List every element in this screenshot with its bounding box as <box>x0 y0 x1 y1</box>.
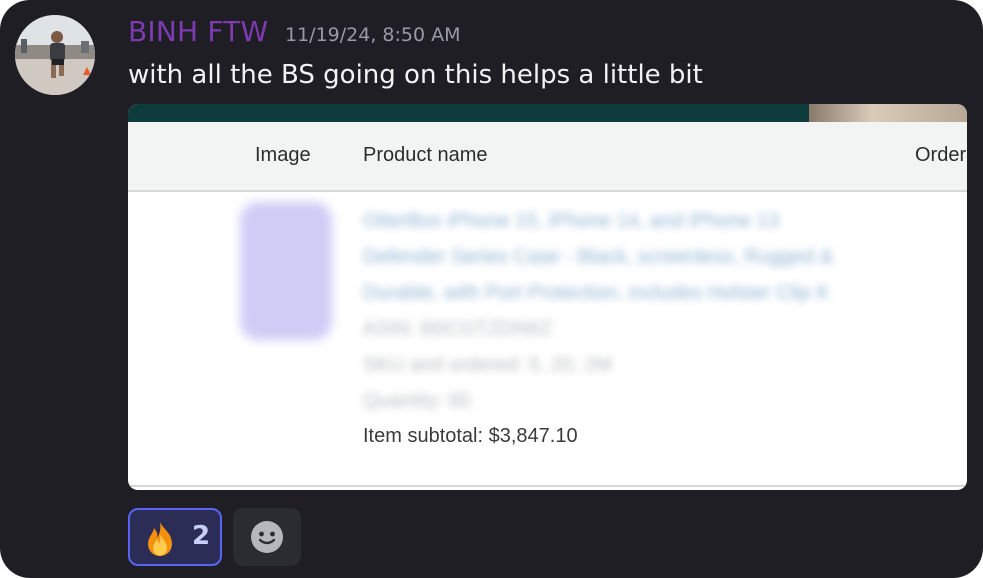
username[interactable]: BINH FTW <box>128 15 268 48</box>
fire-icon <box>148 522 172 556</box>
column-header-image: Image <box>255 144 311 166</box>
blurred-asin-line: ASIN: B0CGTZDN6Z <box>363 318 552 340</box>
message-timestamp: 11/19/24, 8:50 AM <box>285 24 461 46</box>
blurred-product-line: Durable, with Port Protection, includes … <box>363 282 830 304</box>
item-subtotal: Item subtotal: $3,847.10 <box>363 425 578 447</box>
blurred-sku-line: SKU and ordered: 5, 20, 2M <box>363 354 613 376</box>
embed-top-photo-strip <box>809 104 967 122</box>
avatar-photo <box>15 15 95 95</box>
message-text: with all the BS going on this helps a li… <box>128 60 703 90</box>
blurred-product-image <box>240 202 332 340</box>
order-table-header: Image Product name Order <box>128 122 967 192</box>
column-header-product-name: Product name <box>363 144 488 166</box>
table-divider <box>128 485 967 487</box>
user-avatar[interactable] <box>15 15 95 95</box>
smiley-icon <box>251 521 283 553</box>
embed-top-bar <box>128 104 809 122</box>
column-header-order: Order <box>915 144 967 166</box>
image-attachment[interactable]: Image Product name Order OtterBox iPhone… <box>128 104 967 490</box>
blurred-product-line: Defender Series Case - Black, screenless… <box>363 246 834 268</box>
add-reaction-button[interactable] <box>233 508 301 566</box>
blurred-quantity-line: Quantity: 65 <box>363 390 471 412</box>
reaction-count: 2 <box>192 521 211 551</box>
reaction-fire[interactable]: 2 <box>128 508 222 566</box>
blurred-product-line: OtterBox iPhone 15, iPhone 14, and iPhon… <box>363 210 779 232</box>
message-card: BINH FTW 11/19/24, 8:50 AM with all the … <box>0 0 983 578</box>
